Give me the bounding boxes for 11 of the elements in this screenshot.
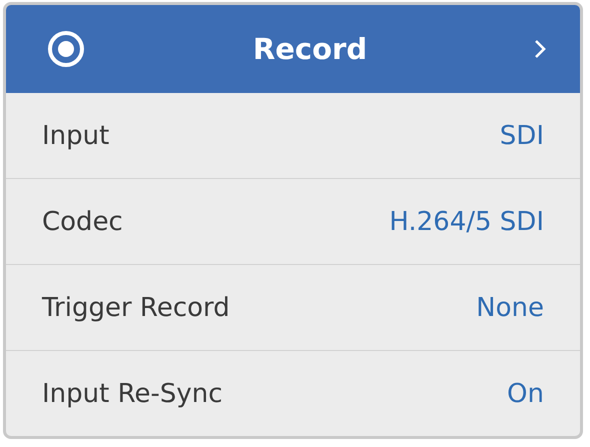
setting-value[interactable]: H.264/5 SDI xyxy=(389,206,544,236)
panel-title: Record xyxy=(252,32,368,66)
setting-label: Trigger Record xyxy=(42,292,230,322)
setting-value[interactable]: On xyxy=(507,378,544,408)
setting-label: Codec xyxy=(42,206,123,236)
setting-value[interactable]: None xyxy=(476,292,544,322)
chevron-icon[interactable] xyxy=(534,39,546,59)
record-icon xyxy=(46,29,86,69)
setting-label: Input xyxy=(42,120,110,150)
setting-label: Input Re-Sync xyxy=(42,378,223,408)
setting-value[interactable]: SDI xyxy=(500,120,544,150)
